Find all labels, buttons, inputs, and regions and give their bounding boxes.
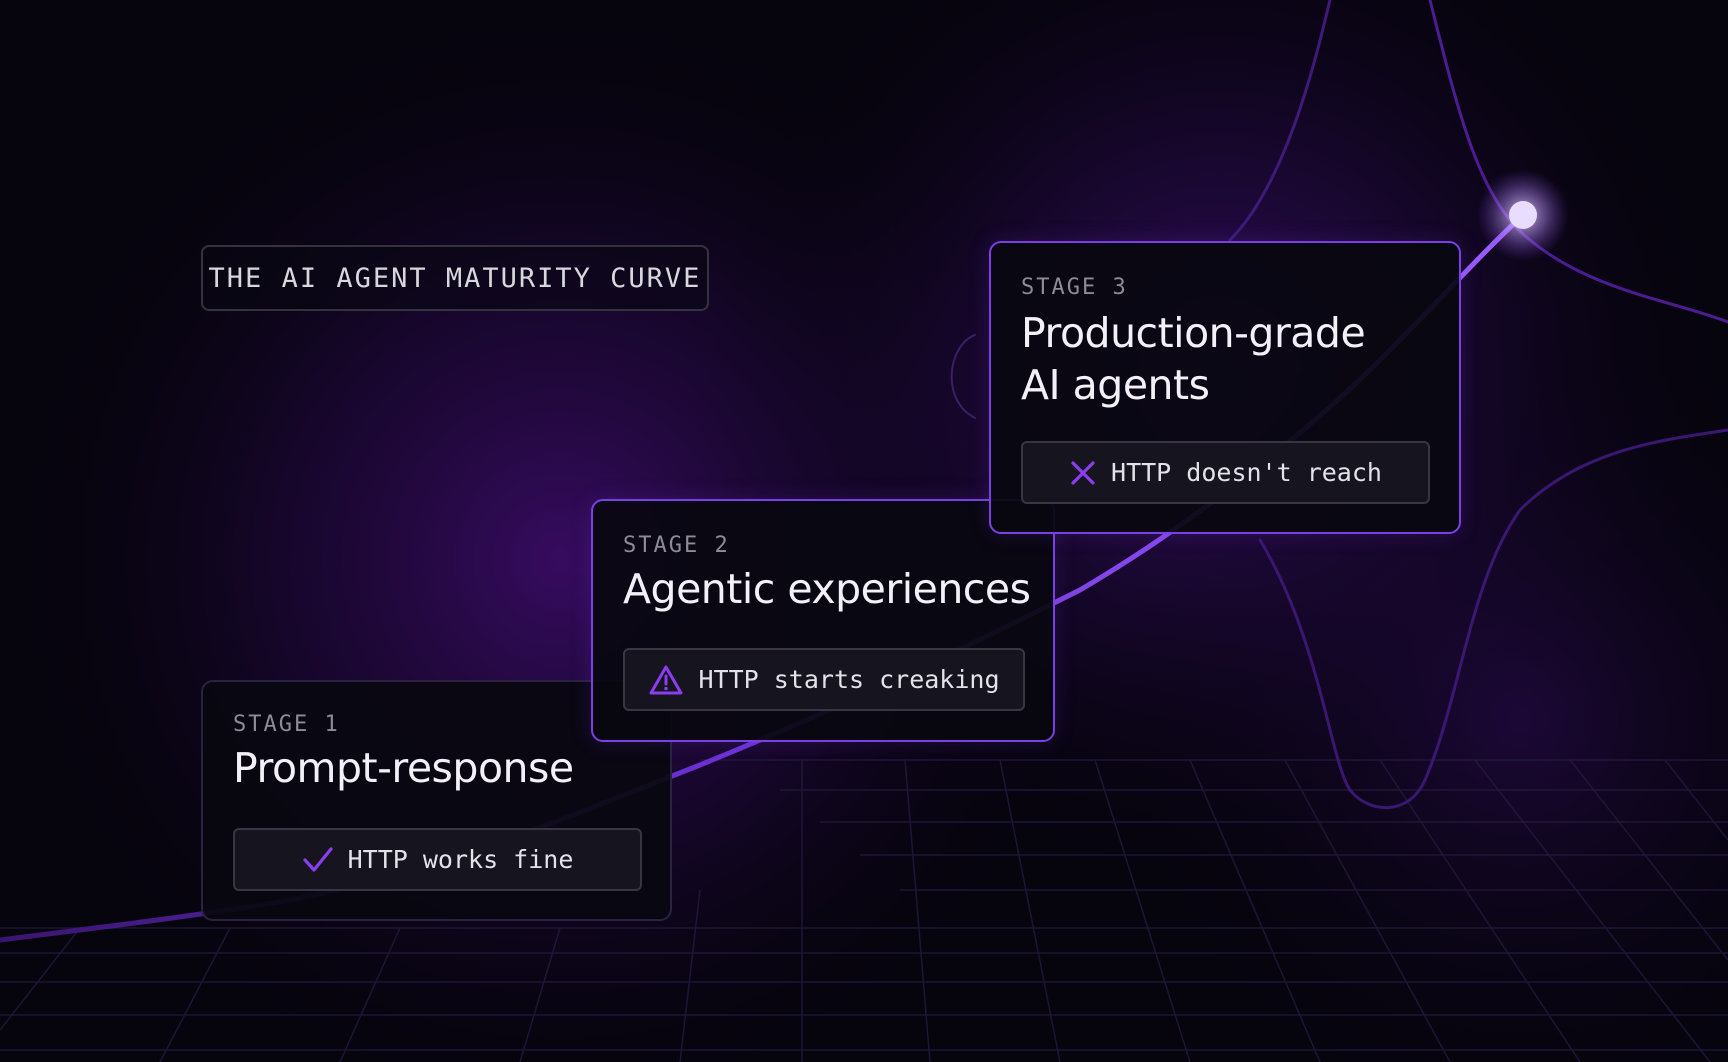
stage-2-title: Agentic experiences <box>623 563 1031 615</box>
check-icon <box>303 846 333 872</box>
stage-2-label: STAGE 2 <box>623 533 730 558</box>
x-icon <box>1071 460 1095 485</box>
diagram-title: THE AI AGENT MATURITY CURVE <box>201 245 709 311</box>
stage-3-title-line-2: AI agents <box>1021 361 1210 409</box>
stage-2-status-text: HTTP starts creaking <box>698 665 1000 694</box>
stage-3-title-line-1: Production-grade <box>1021 309 1366 357</box>
stage-3-title: Production-grade AI agents <box>1021 307 1366 411</box>
stage-3-card: STAGE 3 Production-grade AI agents HTTP … <box>989 241 1461 534</box>
endpoint-dot <box>1509 201 1537 229</box>
warning-triangle-icon <box>649 665 683 694</box>
stage-1-title: Prompt-response <box>233 742 574 794</box>
stage-3-label: STAGE 3 <box>1021 275 1128 300</box>
stage-2-title-line-1: Agentic experiences <box>623 565 1031 613</box>
stage-1-status-text: HTTP works fine <box>347 845 574 874</box>
stage-3-status-text: HTTP doesn't reach <box>1111 458 1382 487</box>
stage-1-title-line-1: Prompt-response <box>233 744 574 792</box>
stage-3-status: HTTP doesn't reach <box>1021 441 1430 504</box>
stage-2-card: STAGE 2 Agentic experiences HTTP starts … <box>591 499 1055 742</box>
stage-2-status: HTTP starts creaking <box>623 648 1025 711</box>
stage-1-status: HTTP works fine <box>233 828 642 891</box>
stage-1-label: STAGE 1 <box>233 712 340 737</box>
